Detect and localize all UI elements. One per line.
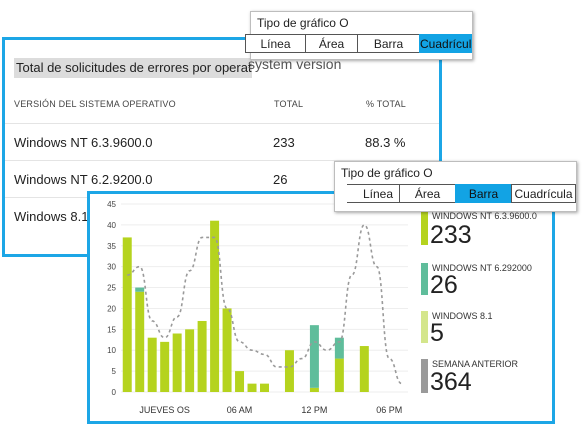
legend-name: WINDOWS NT 6.3.9600.0 <box>432 211 537 221</box>
chart-type-bar-button[interactable]: Barra <box>455 184 511 203</box>
chart-type-grid-button[interactable]: Cuadrícula <box>511 184 576 203</box>
chart-type-label: Tipo de gráfico O <box>341 166 433 180</box>
chart-type-area-button[interactable]: Área <box>399 184 455 203</box>
y-tick-label: 0 <box>112 388 117 397</box>
chart-panel: 0 5 10 15 20 25 30 35 40 45 JUEVES OS 06 AM 12 PM 06 … <box>87 191 555 424</box>
legend-swatch-2 <box>421 311 428 343</box>
row-os-name: Windows 8.1 <box>14 209 89 224</box>
chart-type-area-button[interactable]: Área <box>305 34 357 53</box>
bar-windows-nt-6-3-9600-0-7 <box>210 220 220 392</box>
bar-windows-nt-6-3-9600-0-4 <box>172 333 182 392</box>
panel-title: Total de solicitudes de errores por oper… <box>14 58 252 78</box>
chart-type-label: Tipo de gráfico O <box>257 16 349 30</box>
legend-swatch-0 <box>421 211 428 245</box>
chart-type-selector-top: Tipo de gráfico O Línea Área Barra Cuadr… <box>245 11 473 60</box>
bar-windows-nt-6-3-9600-0-5 <box>185 329 195 392</box>
y-tick-label: 40 <box>107 221 116 230</box>
x-tick-label: 06 PM <box>376 405 402 415</box>
row-pct: 88.3 % <box>365 135 406 150</box>
bar-windows-nt-6-3-9600-0-0 <box>122 237 132 392</box>
table-row[interactable]: Windows NT 6.3.9600.0 233 88.3 % <box>5 123 439 160</box>
row-os-name: Windows NT 6.3.9600.0 <box>14 135 153 150</box>
bar-windows-nt-6-3-9600-0-1 <box>135 291 145 392</box>
bar-windows-nt-6-3-9600-0-17 <box>334 358 344 392</box>
bar-windows-nt-6-3-9600-0-8 <box>222 308 232 392</box>
bar-windows-nt-6-3-9600-0-11 <box>260 383 269 392</box>
legend-value: 5 <box>430 319 444 347</box>
legend-swatch-1 <box>421 263 428 295</box>
bar-windows-nt-6-292000-15 <box>309 325 319 388</box>
bar-windows-nt-6-3-9600-0-3 <box>160 341 170 392</box>
stacked-bar-chart: 0 5 10 15 20 25 30 35 40 45 JUEVES OS 06 AM 12 PM 06 … <box>107 200 408 415</box>
legend-value: 364 <box>430 368 472 396</box>
chart-type-line-button[interactable]: Línea <box>245 34 305 53</box>
y-tick-label: 5 <box>112 367 117 376</box>
column-header-total[interactable]: TOTAL <box>274 99 303 109</box>
legend-value: 233 <box>430 221 472 249</box>
bar-windows-nt-6-3-9600-0-9 <box>235 371 245 392</box>
row-total: 233 <box>273 135 295 150</box>
bar-windows-nt-6-3-9600-0-10 <box>247 383 257 392</box>
bar-windows-nt-6-292000-17 <box>334 337 344 359</box>
bar-windows-nt-6-292000-1 <box>135 287 145 292</box>
chart-type-grid-button[interactable]: Cuadrícula <box>419 34 472 53</box>
legend-value: 26 <box>430 271 458 299</box>
y-tick-label: 45 <box>107 200 116 209</box>
bar-windows-nt-6-3-9600-0-2 <box>147 337 157 392</box>
x-tick-label: JUEVES OS <box>139 405 190 415</box>
y-tick-label: 15 <box>107 325 116 334</box>
y-tick-label: 10 <box>107 346 116 355</box>
x-tick-label: 12 PM <box>301 405 327 415</box>
row-total: 26 <box>273 172 288 187</box>
column-header-os[interactable]: VERSIÓN DEL SISTEMA OPERATIVO <box>14 99 176 109</box>
y-tick-label: 30 <box>107 263 116 272</box>
bar-windows-nt-6-3-9600-0-19 <box>359 346 369 392</box>
bar-windows-nt-6-3-9600-0-13 <box>284 350 294 392</box>
bar-windows-nt-6-3-9600-0-15 <box>309 387 319 392</box>
bar-windows-nt-6-3-9600-0-6 <box>197 320 207 392</box>
column-header-pct[interactable]: % TOTAL <box>366 99 406 109</box>
chart-type-selector-front: Tipo de gráfico O Línea Área Barra Cuadr… <box>334 161 577 212</box>
x-tick-label: 06 AM <box>227 405 253 415</box>
legend-swatch-3 <box>421 359 428 393</box>
y-tick-label: 25 <box>107 284 116 293</box>
chart-type-bar-button[interactable]: Barra <box>357 34 419 53</box>
y-tick-label: 20 <box>107 304 116 313</box>
y-tick-label: 35 <box>107 242 116 251</box>
row-os-name: Windows NT 6.2.9200.0 <box>14 172 153 187</box>
